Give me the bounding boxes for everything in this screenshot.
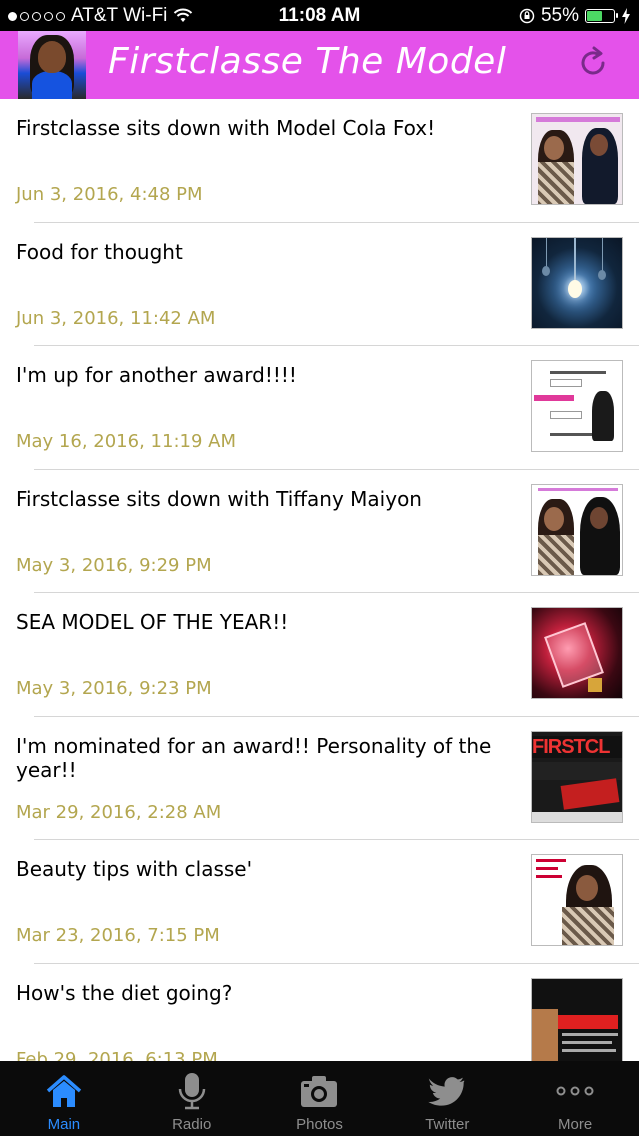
post-title: Beauty tips with classe' bbox=[16, 857, 253, 881]
battery-icon bbox=[585, 9, 618, 23]
tab-more[interactable]: More bbox=[511, 1061, 639, 1136]
post-thumbnail bbox=[531, 854, 623, 946]
app-title: Firstclasse The Model bbox=[108, 41, 507, 82]
post-title: SEA MODEL OF THE YEAR!! bbox=[16, 610, 289, 634]
list-item[interactable]: I'm nominated for an award!! Personality… bbox=[0, 717, 639, 840]
twitter-bird-icon bbox=[428, 1077, 465, 1106]
tab-label: Main bbox=[47, 1116, 81, 1133]
post-date: Mar 29, 2016, 2:28 AM bbox=[16, 801, 222, 823]
post-date: Feb 29, 2016, 6:13 PM bbox=[16, 1048, 218, 1062]
list-item[interactable]: SEA MODEL OF THE YEAR!! May 3, 2016, 9:2… bbox=[0, 593, 639, 717]
post-date: May 16, 2016, 11:19 AM bbox=[16, 431, 236, 452]
list-item[interactable]: How's the diet going? Feb 29, 2016, 6:13… bbox=[0, 964, 639, 1062]
tab-photos[interactable]: Photos bbox=[256, 1061, 384, 1136]
post-title: I'm up for another award!!!! bbox=[16, 363, 297, 387]
tab-main[interactable]: Main bbox=[0, 1061, 128, 1136]
list-item[interactable]: Firstclasse sits down with Tiffany Maiyo… bbox=[0, 470, 639, 593]
post-thumbnail bbox=[531, 977, 623, 1061]
post-thumbnail bbox=[531, 360, 623, 452]
list-item[interactable]: I'm up for another award!!!! May 16, 201… bbox=[0, 346, 639, 470]
post-title: I'm nominated for an award!! Personality… bbox=[16, 733, 492, 782]
post-title: Firstclasse sits down with Model Cola Fo… bbox=[16, 116, 436, 140]
app-header: Firstclasse The Model bbox=[0, 31, 639, 99]
tab-radio[interactable]: Radio bbox=[128, 1061, 256, 1136]
post-thumbnail: FIRSTCL bbox=[531, 730, 623, 823]
list-item[interactable]: Beauty tips with classe' Mar 23, 2016, 7… bbox=[0, 840, 639, 964]
tab-bar: Main Radio Photos Twitter More bbox=[0, 1061, 639, 1136]
microphone-icon bbox=[178, 1073, 205, 1110]
post-date: Jun 3, 2016, 11:42 AM bbox=[16, 307, 216, 329]
post-title: Firstclasse sits down with Tiffany Maiyo… bbox=[16, 486, 422, 511]
refresh-icon[interactable] bbox=[575, 45, 611, 81]
tab-label: Photos bbox=[296, 1116, 343, 1133]
list-item[interactable]: Firstclasse sits down with Model Cola Fo… bbox=[0, 99, 639, 223]
list-item[interactable]: Food for thought Jun 3, 2016, 11:42 AM bbox=[0, 223, 639, 346]
tab-twitter[interactable]: Twitter bbox=[383, 1061, 511, 1136]
rotation-lock-icon bbox=[519, 8, 535, 24]
tab-label: More bbox=[557, 1116, 593, 1133]
post-list[interactable]: Firstclasse sits down with Model Cola Fo… bbox=[0, 99, 639, 1061]
charging-bolt-icon bbox=[622, 8, 630, 24]
post-thumbnail bbox=[531, 236, 623, 329]
more-dots-icon bbox=[556, 1086, 594, 1096]
post-date: May 3, 2016, 9:29 PM bbox=[16, 554, 212, 576]
post-date: Mar 23, 2016, 7:15 PM bbox=[16, 925, 220, 946]
post-date: Jun 3, 2016, 4:48 PM bbox=[16, 184, 203, 205]
tab-label: Twitter bbox=[425, 1116, 470, 1133]
tab-label: Radio bbox=[172, 1116, 212, 1133]
home-icon bbox=[46, 1075, 82, 1107]
battery-percent: 55% bbox=[540, 5, 579, 26]
profile-avatar bbox=[18, 31, 86, 99]
status-bar: AT&T Wi-Fi 11:08 AM 55% bbox=[0, 0, 639, 31]
post-thumbnail bbox=[531, 113, 623, 205]
post-thumbnail bbox=[531, 607, 623, 699]
post-title: Food for thought bbox=[16, 239, 183, 264]
post-title: How's the diet going? bbox=[16, 980, 233, 1005]
post-date: May 3, 2016, 9:23 PM bbox=[16, 678, 212, 699]
camera-icon bbox=[301, 1076, 338, 1107]
post-thumbnail bbox=[531, 483, 623, 576]
